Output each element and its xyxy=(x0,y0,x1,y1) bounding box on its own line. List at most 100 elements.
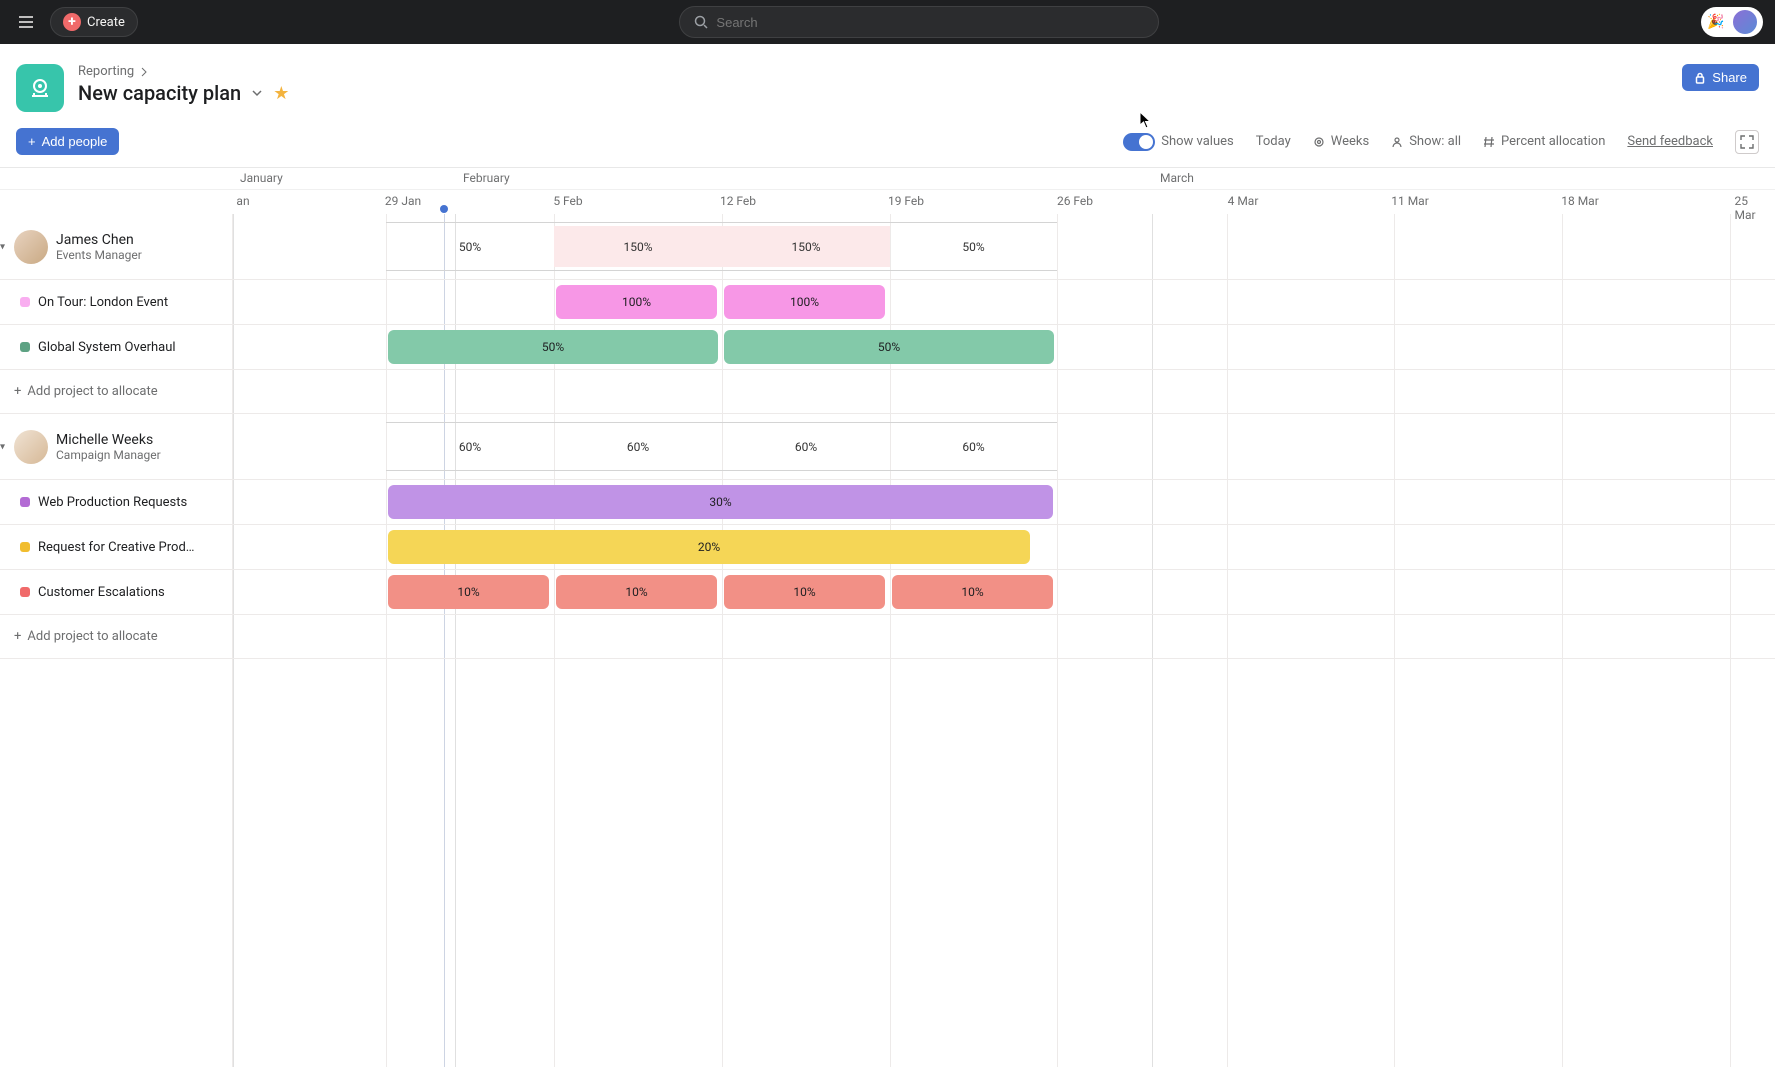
expand-icon xyxy=(1740,135,1754,149)
capacity-segment[interactable]: 150% xyxy=(722,226,890,267)
month-label: February xyxy=(463,171,510,185)
allocation-bar[interactable]: 50% xyxy=(388,330,718,364)
add-project-side[interactable]: + Add project to allocate xyxy=(0,615,233,658)
allocation-bar[interactable]: 10% xyxy=(388,575,549,609)
add-project-label: Add project to allocate xyxy=(27,384,157,399)
toggle-switch-icon xyxy=(1123,133,1155,151)
user-avatar[interactable] xyxy=(1731,8,1759,36)
allocation-label: Percent allocation xyxy=(1501,134,1605,149)
today-label: Today xyxy=(1256,134,1291,149)
project-side[interactable]: Customer Escalations xyxy=(0,570,233,614)
send-feedback-link[interactable]: Send feedback xyxy=(1627,134,1713,149)
add-project-side[interactable]: + Add project to allocate xyxy=(0,370,233,413)
allocation-bar[interactable]: 100% xyxy=(556,285,717,319)
weeks-label: Weeks xyxy=(1331,134,1369,149)
share-button[interactable]: Share xyxy=(1682,64,1759,91)
menu-icon[interactable] xyxy=(12,8,40,36)
empty-side xyxy=(0,659,233,1067)
show-values-toggle[interactable]: Show values xyxy=(1123,133,1234,151)
add-project-body xyxy=(233,370,1775,413)
project-color-dot xyxy=(20,587,30,597)
avatar xyxy=(14,430,48,464)
project-body[interactable]: 100%100% xyxy=(233,280,1775,324)
show-values-label: Show values xyxy=(1161,134,1234,149)
date-label: 4 Mar xyxy=(1228,194,1259,208)
chevron-down-icon[interactable]: ▾ xyxy=(0,241,5,252)
person-capacity-body[interactable]: 60%60%60%60% xyxy=(233,414,1775,479)
chevron-down-icon[interactable]: ▾ xyxy=(0,441,5,452)
today-button[interactable]: Today xyxy=(1256,134,1291,149)
person-name: James Chen xyxy=(56,232,142,248)
project-row: Global System Overhaul 50%50% xyxy=(0,325,1775,370)
zoom-selector[interactable]: Weeks xyxy=(1313,134,1369,149)
date-label: 18 Mar xyxy=(1561,194,1599,208)
project-body[interactable]: 30% xyxy=(233,480,1775,524)
breadcrumb[interactable]: Reporting xyxy=(78,64,289,79)
capacity-segment[interactable]: 60% xyxy=(554,426,722,467)
chevron-down-icon[interactable] xyxy=(251,87,263,99)
allocation-bar[interactable]: 50% xyxy=(724,330,1054,364)
capacity-segment[interactable]: 60% xyxy=(722,426,890,467)
empty-body xyxy=(233,659,1775,1067)
share-label: Share xyxy=(1712,70,1747,85)
create-button[interactable]: + Create xyxy=(50,7,138,37)
rows-container: ▾ James Chen Events Manager 50%150%150%5… xyxy=(0,214,1775,1067)
month-label: March xyxy=(1160,171,1194,185)
show-filter[interactable]: Show: all xyxy=(1391,134,1461,149)
project-body[interactable]: 10%10%10%10% xyxy=(233,570,1775,614)
capacity-segment[interactable]: 50% xyxy=(386,226,554,267)
project-name: Customer Escalations xyxy=(38,585,165,600)
toolbar: + Add people Show values Today Weeks Sho… xyxy=(0,120,1775,167)
capacity-segment[interactable]: 50% xyxy=(890,226,1057,267)
add-project-row: + Add project to allocate xyxy=(0,370,1775,414)
empty-area xyxy=(0,659,1775,1067)
person-role: Campaign Manager xyxy=(56,448,161,462)
page-title: New capacity plan xyxy=(78,81,241,105)
add-people-label: Add people xyxy=(42,134,108,149)
plus-icon: + xyxy=(28,134,36,149)
timeline: JanuaryFebruaryMarch an29 Jan5 Feb12 Feb… xyxy=(0,167,1775,1067)
allocation-bar[interactable]: 30% xyxy=(388,485,1053,519)
allocation-bar[interactable]: 10% xyxy=(724,575,885,609)
capacity-segment[interactable]: 60% xyxy=(386,426,554,467)
star-icon[interactable]: ★ xyxy=(273,83,289,104)
project-body[interactable]: 50%50% xyxy=(233,325,1775,369)
plus-circle-icon: + xyxy=(63,13,81,31)
project-row: Request for Creative Prod… 20% xyxy=(0,525,1775,570)
report-icon xyxy=(16,64,64,112)
date-label: 5 Feb xyxy=(553,194,582,208)
add-project-row: + Add project to allocate xyxy=(0,615,1775,659)
add-people-button[interactable]: + Add people xyxy=(16,128,119,155)
capacity-segment[interactable]: 150% xyxy=(554,226,722,267)
today-marker xyxy=(440,205,448,213)
allocation-bar[interactable]: 10% xyxy=(892,575,1053,609)
breadcrumb-link[interactable]: Reporting xyxy=(78,64,134,79)
capacity-segment[interactable]: 60% xyxy=(890,426,1057,467)
add-project-label: Add project to allocate xyxy=(27,629,157,644)
month-header-row: JanuaryFebruaryMarch xyxy=(0,168,1775,190)
person-side[interactable]: ▾ James Chen Events Manager xyxy=(0,214,233,279)
date-header-row: an29 Jan5 Feb12 Feb19 Feb26 Feb4 Mar11 M… xyxy=(0,190,1775,214)
fullscreen-button[interactable] xyxy=(1735,130,1759,154)
project-side[interactable]: Request for Creative Prod… xyxy=(0,525,233,569)
allocation-bar[interactable]: 10% xyxy=(556,575,717,609)
allocation-bar[interactable]: 20% xyxy=(388,530,1030,564)
project-row: Web Production Requests 30% xyxy=(0,480,1775,525)
project-body[interactable]: 20% xyxy=(233,525,1775,569)
project-side[interactable]: On Tour: London Event xyxy=(0,280,233,324)
allocation-type[interactable]: Percent allocation xyxy=(1483,134,1605,149)
person-capacity-body[interactable]: 50%150%150%50% xyxy=(233,214,1775,279)
person-side[interactable]: ▾ Michelle Weeks Campaign Manager xyxy=(0,414,233,479)
project-name: Request for Creative Prod… xyxy=(38,540,194,555)
allocation-bar[interactable]: 100% xyxy=(724,285,885,319)
date-label: 19 Feb xyxy=(888,194,924,208)
project-side[interactable]: Web Production Requests xyxy=(0,480,233,524)
whats-new-pill[interactable]: 🎉 xyxy=(1701,7,1763,37)
chevron-right-icon xyxy=(140,67,148,77)
search-input-container[interactable] xyxy=(679,6,1159,38)
project-side[interactable]: Global System Overhaul xyxy=(0,325,233,369)
add-project-button[interactable]: + Add project to allocate xyxy=(14,384,158,399)
add-project-button[interactable]: + Add project to allocate xyxy=(14,629,158,644)
date-label: an xyxy=(236,194,249,208)
search-input[interactable] xyxy=(716,15,1144,30)
